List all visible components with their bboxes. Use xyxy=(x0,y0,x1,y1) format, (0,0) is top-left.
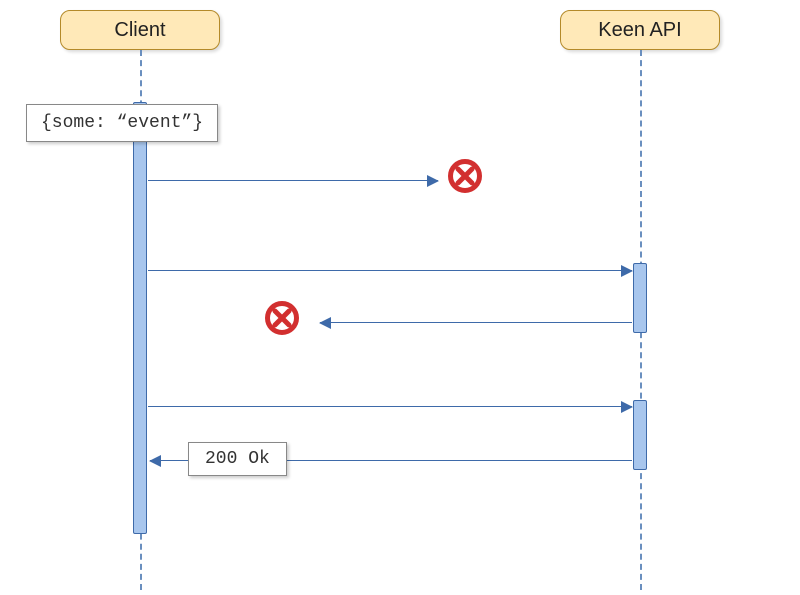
ok-status-note: 200 Ok xyxy=(188,442,287,476)
error-icon xyxy=(448,159,482,193)
message-2-request xyxy=(148,270,632,271)
message-2-response xyxy=(320,322,632,323)
sequence-diagram: Client Keen API {some: “event”} xyxy=(0,0,800,595)
arrowhead-right-icon xyxy=(427,175,439,187)
error-icon xyxy=(265,301,299,335)
arrowhead-right-icon xyxy=(621,265,633,277)
ok-status-text: 200 Ok xyxy=(205,449,270,469)
actor-client-label: Client xyxy=(114,19,165,42)
actor-client: Client xyxy=(60,10,220,50)
activation-api-1 xyxy=(633,263,647,333)
message-3-request xyxy=(148,406,632,407)
arrowhead-right-icon xyxy=(621,401,633,413)
activation-api-2 xyxy=(633,400,647,470)
actor-keen-api-label: Keen API xyxy=(598,19,681,42)
activation-client xyxy=(133,102,147,534)
event-payload-text: {some: “event”} xyxy=(41,113,203,133)
message-1-request xyxy=(148,180,438,181)
arrowhead-left-icon xyxy=(319,317,331,329)
arrowhead-left-icon xyxy=(149,455,161,467)
event-payload-note: {some: “event”} xyxy=(26,104,218,142)
actor-keen-api: Keen API xyxy=(560,10,720,50)
